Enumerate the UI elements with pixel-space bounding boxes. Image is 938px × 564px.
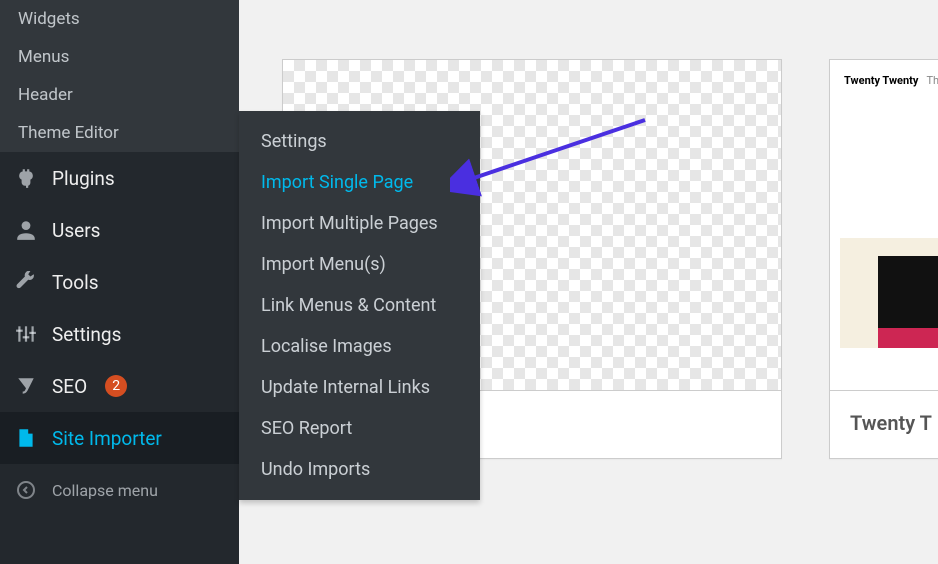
sidebar-item-site-importer[interactable]: Site Importer bbox=[0, 412, 239, 464]
collapse-label: Collapse menu bbox=[52, 481, 158, 500]
sidebar-item-label: Site Importer bbox=[52, 427, 162, 450]
sidebar-item-label: Tools bbox=[52, 271, 99, 294]
flyout-item-settings[interactable]: Settings bbox=[239, 121, 480, 162]
sidebar-subitem-widgets[interactable]: Widgets bbox=[0, 0, 239, 38]
flyout-item-import-single-page[interactable]: Import Single Page bbox=[239, 162, 480, 203]
theme-title: Twenty T bbox=[830, 391, 938, 455]
plug-icon bbox=[14, 166, 38, 190]
yoast-icon bbox=[14, 374, 38, 398]
site-importer-flyout: Settings Import Single Page Import Multi… bbox=[239, 111, 480, 500]
preview-mini-card: AC 123 Storg bbox=[878, 256, 938, 328]
flyout-item-localise-images[interactable]: Localise Images bbox=[239, 326, 480, 367]
preview-card: AC 123 Storg bbox=[840, 238, 938, 348]
sidebar-subitem-header[interactable]: Header bbox=[0, 76, 239, 114]
theme-preview-twentytwenty: Twenty TwentyThe Defaul W M AC 123 Storg bbox=[830, 60, 938, 391]
flyout-item-update-internal-links[interactable]: Update Internal Links bbox=[239, 367, 480, 408]
sidebar-item-settings[interactable]: Settings bbox=[0, 308, 239, 360]
flyout-item-seo-report[interactable]: SEO Report bbox=[239, 408, 480, 449]
sidebar-subitems: Widgets Menus Header Theme Editor bbox=[0, 0, 239, 152]
sidebar-item-seo[interactable]: SEO 2 bbox=[0, 360, 239, 412]
sidebar-item-users[interactable]: Users bbox=[0, 204, 239, 256]
flyout-item-import-menus[interactable]: Import Menu(s) bbox=[239, 244, 480, 285]
collapse-menu-button[interactable]: Collapse menu bbox=[0, 464, 239, 516]
update-badge: 2 bbox=[105, 375, 127, 397]
admin-sidebar: Widgets Menus Header Theme Editor Plugin… bbox=[0, 0, 239, 564]
sidebar-item-tools[interactable]: Tools bbox=[0, 256, 239, 308]
document-icon bbox=[14, 426, 38, 450]
sidebar-item-label: SEO bbox=[52, 375, 87, 398]
collapse-icon bbox=[14, 478, 38, 502]
flyout-item-link-menus-content[interactable]: Link Menus & Content bbox=[239, 285, 480, 326]
sliders-icon bbox=[14, 322, 38, 346]
preview-accent-bar bbox=[878, 328, 938, 348]
sidebar-subitem-menus[interactable]: Menus bbox=[0, 38, 239, 76]
flyout-item-import-multiple-pages[interactable]: Import Multiple Pages bbox=[239, 203, 480, 244]
sidebar-subitem-theme-editor[interactable]: Theme Editor bbox=[0, 114, 239, 152]
sidebar-item-plugins[interactable]: Plugins bbox=[0, 152, 239, 204]
flyout-item-undo-imports[interactable]: Undo Imports bbox=[239, 449, 480, 490]
user-icon bbox=[14, 218, 38, 242]
sidebar-item-label: Settings bbox=[52, 323, 121, 346]
sidebar-item-label: Plugins bbox=[52, 167, 115, 190]
wrench-icon bbox=[14, 270, 38, 294]
sidebar-item-label: Users bbox=[52, 219, 100, 242]
theme-card[interactable]: Twenty TwentyThe Defaul W M AC 123 Storg… bbox=[829, 59, 938, 459]
preview-brand: Twenty TwentyThe Defaul bbox=[844, 74, 938, 87]
